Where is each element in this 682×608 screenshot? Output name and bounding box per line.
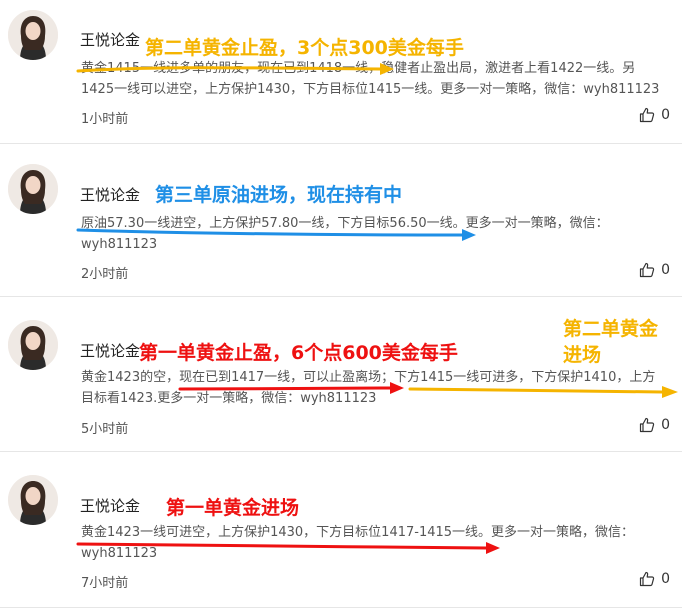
post-text-line: 1425一线可以进空，上方保护1430，下方目标位1415一线。更多一对一策略，… [81, 82, 660, 97]
person-avatar-icon [8, 164, 58, 214]
like-count: 0 [661, 262, 670, 278]
like-button[interactable]: 0 [639, 417, 670, 433]
post-body: 黄金1415一线进多单的朋友，现在已到1418一线，稳健者止盈出局，激进者上看1… [81, 58, 682, 100]
person-avatar-icon [8, 475, 58, 525]
avatar[interactable] [8, 320, 58, 370]
avatar[interactable] [8, 10, 58, 60]
post-body: 原油57.30一线进空，上方保护57.80一线，下方目标56.50一线。更多一对… [81, 213, 682, 255]
post-item: 王悦论金 第一单黄金止盈，6个点600美金每手 第二单黄金进场 黄金1423的空… [0, 296, 682, 452]
like-button[interactable]: 0 [639, 107, 670, 123]
post-author[interactable]: 王悦论金 [80, 495, 140, 516]
like-button[interactable]: 0 [639, 571, 670, 587]
post-body: 黄金1423的空，现在已到1417一线，可以止盈离场；下方1415一线可进多，下… [81, 367, 682, 409]
post-time: 5小时前 [81, 422, 129, 437]
post-time: 7小时前 [81, 576, 129, 591]
thumbs-up-icon [639, 107, 655, 123]
thumbs-up-icon [639, 262, 655, 278]
like-button[interactable]: 0 [639, 262, 670, 278]
post-item: 王悦论金 第二单黄金止盈，3个点300美金每手 黄金1415一线进多单的朋友，现… [0, 0, 682, 144]
post-annotation: 第三单原油进场，现在持有中 [155, 184, 403, 206]
post-time: 2小时前 [81, 267, 129, 282]
post-text-line: wyh811123 [81, 237, 158, 252]
post-text-line: 黄金1415一线进多单的朋友，现在已到1418一线，稳健者止盈出局，激进者上看1… [81, 61, 636, 76]
post-text-line: 黄金1423的空，现在已到1417一线，可以止盈离场；下方1415一线可进多，下… [81, 370, 656, 385]
post-item: 王悦论金 第一单黄金进场 黄金1423一线可进空，上方保护1430，下方目标位1… [0, 451, 682, 608]
post-text-line: 黄金1423一线可进空，上方保护1430，下方目标位1417-1415一线。更多… [81, 525, 635, 540]
avatar[interactable] [8, 475, 58, 525]
like-count: 0 [661, 107, 670, 123]
post-time: 1小时前 [81, 112, 129, 127]
thumbs-up-icon [639, 417, 655, 433]
post-text-line: wyh811123 [81, 546, 158, 561]
avatar[interactable] [8, 164, 58, 214]
post-text-line: 原油57.30一线进空，上方保护57.80一线，下方目标56.50一线。更多一对… [81, 216, 609, 231]
post-annotation: 第一单黄金进场 [166, 497, 300, 519]
thumbs-up-icon [639, 571, 655, 587]
person-avatar-icon [8, 10, 58, 60]
post-annotation: 第一单黄金止盈，6个点600美金每手 [139, 342, 458, 364]
like-count: 0 [661, 571, 670, 587]
post-body: 黄金1423一线可进空，上方保护1430，下方目标位1417-1415一线。更多… [81, 522, 682, 564]
post-annotation-secondary: 第二单黄金进场 [563, 318, 659, 366]
post-item: 王悦论金 第三单原油进场，现在持有中 原油57.30一线进空，上方保护57.80… [0, 143, 682, 297]
post-text-line: 目标看1423.更多一对一策略，微信：wyh811123 [81, 391, 377, 406]
like-count: 0 [661, 417, 670, 433]
post-annotation: 第二单黄金止盈，3个点300美金每手 [145, 37, 464, 59]
post-feed: 王悦论金 第二单黄金止盈，3个点300美金每手 黄金1415一线进多单的朋友，现… [0, 0, 682, 608]
post-author[interactable]: 王悦论金 [80, 340, 140, 361]
person-avatar-icon [8, 320, 58, 370]
post-author[interactable]: 王悦论金 [80, 29, 140, 50]
post-author[interactable]: 王悦论金 [80, 184, 140, 205]
